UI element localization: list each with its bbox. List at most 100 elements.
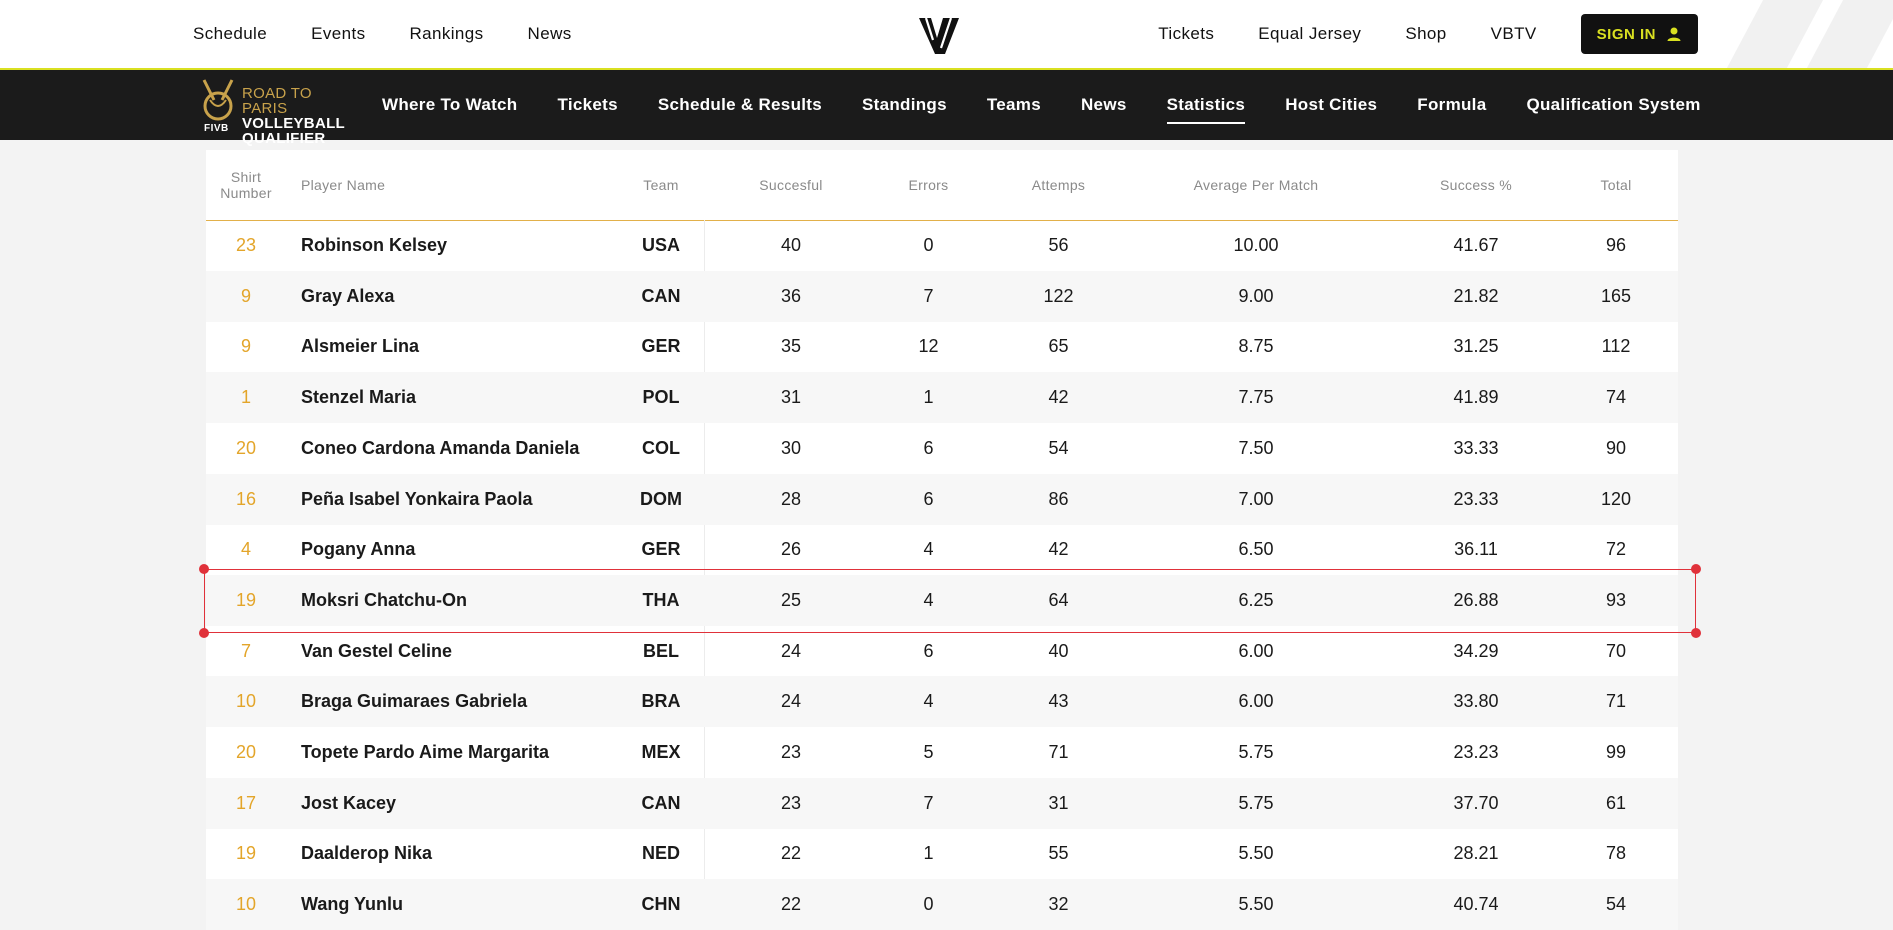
cell-player-name[interactable]: Daalderop Nika [301, 828, 631, 879]
cell-player-name[interactable]: Wang Yunlu [301, 879, 631, 930]
cell-player-name[interactable]: Peña Isabel Yonkaira Paola [301, 474, 631, 525]
header-team[interactable]: Team [626, 150, 696, 220]
nav-rankings-link[interactable]: Rankings [409, 24, 483, 44]
cell-team[interactable]: CAN [626, 778, 696, 829]
cell-attempts: 32 [1048, 894, 1069, 915]
cell-successful: 23 [780, 792, 802, 813]
event-navigation-bar: FIVB ROAD TO PARIS VOLLEYBALL QUALIFIER … [0, 70, 1893, 146]
cell-successful: 31 [780, 387, 802, 408]
table-row[interactable]: 19 Moksri Chatchu-On THA 25 4 64 6.25 26.88 93 [206, 574, 1678, 626]
subnav-tickets[interactable]: Tickets [557, 95, 617, 115]
cell-team[interactable]: COL [626, 423, 696, 474]
header-attempts[interactable]: Attemps [991, 150, 1126, 220]
sign-in-label: SIGN IN [1596, 25, 1656, 43]
brand-line-3: QUALIFIER [242, 130, 326, 147]
cell-shirt-number: 9 [240, 336, 251, 357]
cell-team[interactable]: GER [626, 524, 696, 575]
top-nav-left: Schedule Events Rankings News [193, 0, 572, 68]
cell-success-pct: 33.80 [1453, 691, 1499, 712]
cell-player-name[interactable]: Robinson Kelsey [301, 220, 631, 271]
brand-text: ROAD TO PARIS VOLLEYBALL QUALIFIER [242, 86, 358, 146]
cell-player-name[interactable]: Topete Pardo Aime Margarita [301, 727, 631, 778]
cell-team[interactable]: USA [626, 220, 696, 271]
subnav-statistics[interactable]: Statistics [1166, 95, 1246, 124]
cell-player-name[interactable]: Gray Alexa [301, 271, 631, 322]
subnav-where-to-watch[interactable]: Where To Watch [382, 95, 517, 115]
cell-shirt-number: 9 [240, 285, 251, 306]
table-row[interactable]: 1 Stenzel Maria POL 31 1 42 7.75 41.89 74 [206, 372, 1678, 424]
subnav-host-cities[interactable]: Host Cities [1285, 95, 1377, 115]
cell-average-per-match: 5.50 [1238, 843, 1274, 864]
cell-shirt-number: 19 [235, 843, 257, 864]
table-row[interactable]: 4 Pogany Anna GER 26 4 42 6.50 36.11 72 [206, 524, 1678, 575]
cell-player-name[interactable]: Moksri Chatchu-On [301, 575, 631, 626]
header-shirt-number[interactable]: Shirt Number [206, 150, 286, 220]
header-player-name[interactable]: Player Name [301, 150, 601, 220]
nav-tickets-link[interactable]: Tickets [1158, 24, 1214, 44]
table-row[interactable]: 10 Braga Guimaraes Gabriela BRA 24 4 43 6.00 33… [206, 676, 1678, 728]
table-row[interactable]: 10 Wang Yunlu CHN 22 0 32 5.50 40.74 54 [206, 879, 1678, 930]
subnav-schedule-results[interactable]: Schedule & Results [658, 95, 822, 115]
selection-handle[interactable] [1691, 564, 1701, 574]
cell-total: 74 [1605, 387, 1627, 408]
cell-team[interactable]: BEL [626, 626, 696, 677]
table-row[interactable]: 20 Topete Pardo Aime Margarita MEX 23 5 71 5.7… [206, 727, 1678, 778]
cell-team[interactable]: NED [626, 828, 696, 879]
cell-team[interactable]: POL [626, 372, 696, 423]
cell-team[interactable]: DOM [626, 474, 696, 525]
subnav-standings[interactable]: Standings [862, 95, 947, 115]
cell-attempts: 31 [1048, 792, 1069, 813]
cell-team[interactable]: THA [626, 575, 696, 626]
header-success-pct[interactable]: Success % [1386, 150, 1566, 220]
cell-team[interactable]: GER [626, 321, 696, 372]
table-row[interactable]: 16 Peña Isabel Yonkaira Paola DOM 28 6 86 7.00… [206, 473, 1678, 525]
table-row[interactable]: 17 Jost Kacey CAN 23 7 31 5.75 37.70 61 [206, 777, 1678, 829]
selection-handle[interactable] [1691, 628, 1701, 638]
table-row[interactable]: 23 Robinson Kelsey USA 40 0 56 10.00 41.67 96 [206, 220, 1678, 271]
top-nav-right: Tickets Equal Jersey Shop VBTV SIGN IN [1158, 0, 1698, 68]
cell-player-name[interactable]: Van Gestel Celine [301, 626, 631, 677]
cell-player-name[interactable]: Coneo Cardona Amanda Daniela [301, 423, 631, 474]
table-row[interactable]: 9 Gray Alexa CAN 36 7 122 9.00 21.82 165 [206, 270, 1678, 322]
table-row[interactable]: 19 Daalderop Nika NED 22 1 55 5.50 28.21 78 [206, 828, 1678, 879]
cell-success-pct: 26.88 [1453, 589, 1499, 610]
sign-in-button[interactable]: SIGN IN [1580, 14, 1698, 54]
cell-team[interactable]: BRA [626, 676, 696, 727]
cell-errors: 12 [918, 336, 939, 357]
nav-news-link[interactable]: News [528, 24, 572, 44]
cell-team[interactable]: CAN [626, 271, 696, 322]
decor-stripe [1726, 0, 1824, 68]
road-to-paris-logo[interactable]: FIVB ROAD TO PARIS VOLLEYBALL QUALIFIER [198, 76, 358, 146]
nav-shop-link[interactable]: Shop [1405, 24, 1446, 44]
cell-player-name[interactable]: Braga Guimaraes Gabriela [301, 676, 631, 727]
table-row[interactable]: 9 Alsmeier Lina GER 35 12 65 8.75 31.25 112 [206, 321, 1678, 372]
nav-vbtv-link[interactable]: VBTV [1491, 24, 1537, 44]
cell-total: 54 [1605, 894, 1627, 915]
subnav-qualification-system[interactable]: Qualification System [1526, 95, 1700, 115]
cell-team[interactable]: MEX [626, 727, 696, 778]
header-errors[interactable]: Errors [866, 150, 991, 220]
table-row[interactable]: 7 Van Gestel Celine BEL 24 6 40 6.00 34.29 70 [206, 626, 1678, 677]
subnav-formula[interactable]: Formula [1417, 95, 1486, 115]
statistics-table: Shirt Number Player Name Team Succesful … [206, 150, 1678, 930]
cell-player-name[interactable]: Stenzel Maria [301, 372, 631, 423]
vnl-logo-icon[interactable] [915, 12, 963, 60]
cell-total: 72 [1605, 539, 1627, 560]
cell-total: 112 [1601, 336, 1631, 357]
cell-attempts: 65 [1048, 336, 1069, 357]
subnav-teams[interactable]: Teams [987, 95, 1041, 115]
cell-errors: 6 [923, 488, 934, 509]
nav-events-link[interactable]: Events [311, 24, 365, 44]
table-row[interactable]: 20 Coneo Cardona Amanda Daniela COL 30 6 54 7.… [206, 423, 1678, 474]
cell-player-name[interactable]: Jost Kacey [301, 778, 631, 829]
header-successful[interactable]: Succesful [716, 150, 866, 220]
table-header: Shirt Number Player Name Team Succesful … [206, 150, 1678, 221]
cell-player-name[interactable]: Pogany Anna [301, 524, 631, 575]
nav-equal-jersey-link[interactable]: Equal Jersey [1258, 24, 1361, 44]
header-total[interactable]: Total [1566, 150, 1666, 220]
nav-schedule-link[interactable]: Schedule [193, 24, 267, 44]
subnav-news[interactable]: News [1081, 95, 1127, 115]
cell-player-name[interactable]: Alsmeier Lina [301, 321, 631, 372]
cell-team[interactable]: CHN [626, 879, 696, 930]
header-average-per-match[interactable]: Average Per Match [1126, 150, 1386, 220]
